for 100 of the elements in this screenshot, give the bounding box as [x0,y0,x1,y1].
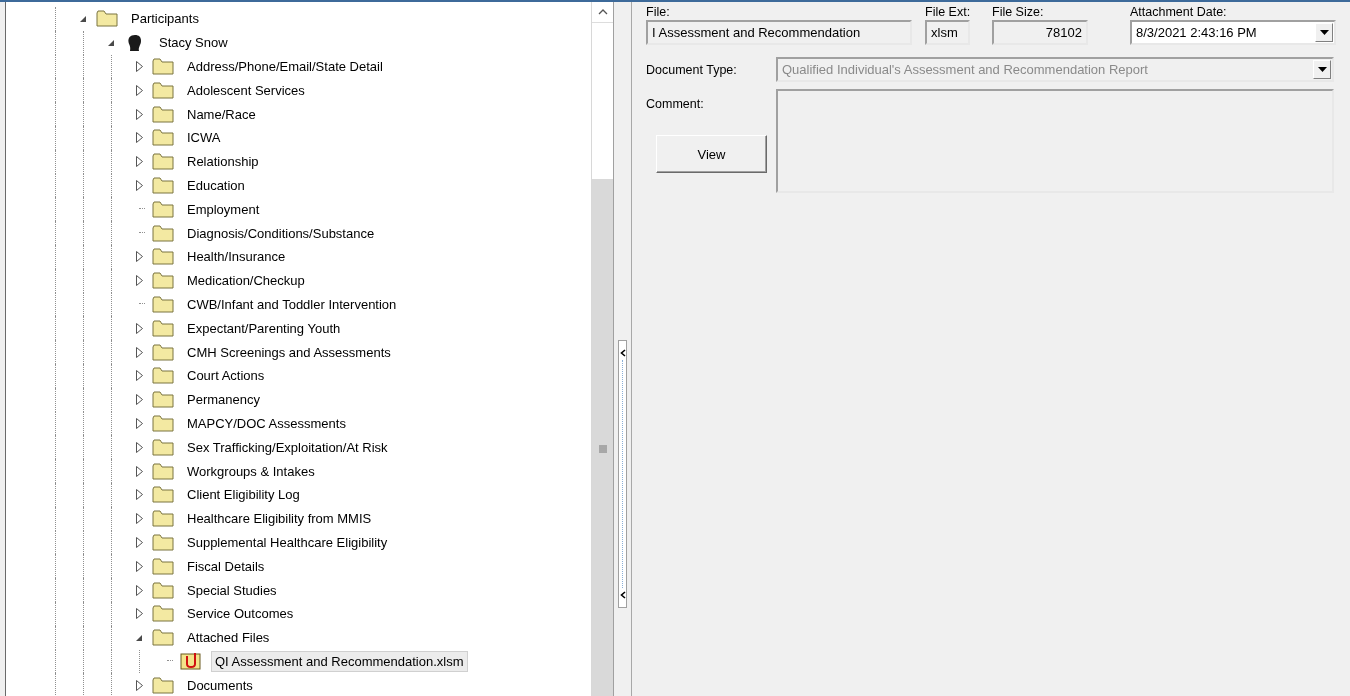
scrollbar-thumb[interactable] [592,179,613,696]
tree-item[interactable]: QI Assessment and Recommendation.xlsm [211,650,468,672]
caret-down-icon [1319,30,1329,35]
folder-icon [152,414,174,432]
dropdown-button[interactable] [1315,23,1333,42]
tree-item[interactable]: MAPCY/DOC Assessments [183,412,350,434]
expand-toggle-icon[interactable] [135,608,143,620]
tree-item[interactable]: Healthcare Eligibility from MMIS [183,508,376,530]
chevron-left-icon [619,591,626,599]
expand-toggle-icon[interactable] [135,275,143,287]
folder-icon [152,581,174,599]
tree-item[interactable]: Stacy Snow [155,32,232,54]
expand-toggle-icon[interactable] [135,132,143,144]
collapse-toggle-icon[interactable] [79,14,87,23]
folder-icon [152,58,174,75]
expand-toggle-icon[interactable] [135,251,143,263]
tree-item[interactable]: Participants [127,8,203,30]
folder-icon [152,81,174,99]
folder-icon [152,629,174,647]
expand-toggle-icon[interactable] [135,61,143,72]
tree-item[interactable]: Client Eligibility Log [183,484,304,506]
field-label: File: [646,5,671,20]
tree-item[interactable]: Special Studies [183,579,281,601]
tree-item[interactable]: Workgroups & Intakes [183,460,319,482]
expand-toggle-icon[interactable] [135,679,143,691]
collapse-toggle-icon[interactable] [135,633,143,642]
expand-toggle-icon[interactable] [135,179,143,191]
file-ext-field[interactable]: xlsm [925,20,970,45]
tree-item[interactable]: Fiscal Details [183,555,269,577]
expand-toggle-icon[interactable] [135,346,143,358]
chevron-left-icon [619,349,626,357]
dropdown-button[interactable] [1313,60,1331,79]
tree-item[interactable]: Permanency [183,389,264,411]
folder-icon [152,557,174,575]
folder-icon [152,391,174,409]
tree-item[interactable]: Relationship [183,151,263,173]
folder-icon [152,319,174,337]
folder-icon [152,367,174,385]
tree-item[interactable]: ICWA [183,127,225,149]
expand-toggle-icon[interactable] [135,84,143,96]
collapse-panel-handle[interactable] [618,340,627,608]
folder-icon [152,272,174,290]
expand-toggle-icon[interactable] [135,441,143,453]
expand-toggle-icon[interactable] [135,536,143,548]
tree-item[interactable]: Diagnosis/Conditions/Substance [183,222,379,244]
folder-icon [152,105,174,123]
file-name-field[interactable]: I Assessment and Recommendation [646,20,912,45]
tree-item[interactable]: Medication/Checkup [183,270,309,292]
expand-toggle-icon[interactable] [135,394,143,406]
expand-toggle-icon[interactable] [135,489,143,501]
field-label: Attachment Date: [1130,5,1228,20]
tree-item[interactable]: Documents [183,674,257,696]
folder-icon [152,676,174,694]
field-label: Comment: [646,97,705,111]
tree-item[interactable]: Sex Trafficking/Exploitation/At Risk [183,436,392,458]
folder-icon [152,295,174,313]
date-dropdown[interactable]: 8/3/2021 2:43:16 PM [1130,20,1336,45]
folder-icon [152,153,174,171]
folder-icon [96,10,118,28]
expand-toggle-icon[interactable] [135,322,143,334]
folder-icon [152,224,174,242]
tree-item[interactable]: Education [183,174,249,196]
tree-item[interactable]: Supplemental Healthcare Eligibility [183,531,392,553]
tree-item[interactable]: Court Actions [183,365,269,387]
expand-toggle-icon[interactable] [135,108,143,120]
tree-item[interactable]: CMH Screenings and Assessments [183,341,395,363]
tree-item[interactable]: Adolescent Services [183,79,309,101]
expand-toggle-icon[interactable] [135,560,143,572]
folder-icon [152,605,174,623]
expand-toggle-icon[interactable] [135,417,143,429]
tree-item[interactable]: Employment [183,198,264,220]
expand-toggle-icon[interactable] [135,584,143,596]
view-button[interactable]: View [656,135,767,173]
tree-item[interactable]: Address/Phone/Email/State Detail [183,56,387,77]
attachment-icon [180,652,202,671]
tree-item[interactable]: Expectant/Parenting Youth [183,317,345,339]
folder-icon [152,533,174,551]
collapse-toggle-icon[interactable] [107,38,115,47]
tree-item[interactable]: CWB/Infant and Toddler Intervention [183,293,401,315]
folder-icon [152,510,174,528]
expand-toggle-icon[interactable] [135,370,143,382]
expand-toggle-icon[interactable] [135,513,143,525]
folder-icon [152,248,174,266]
file-size-field[interactable]: 78102 [992,20,1088,45]
expand-toggle-icon[interactable] [135,156,143,168]
comment-field[interactable] [776,89,1334,193]
folder-icon [152,176,174,194]
folder-icon [152,438,174,456]
tree-item[interactable]: Attached Files [183,627,274,649]
field-label: Document Type: [646,62,738,77]
tree-item[interactable]: Name/Race [183,103,260,125]
folder-icon [152,129,174,147]
field-label: File Ext: [925,5,972,20]
tree-item[interactable]: Health/Insurance [183,246,290,268]
caret-down-icon [1317,67,1327,72]
expand-toggle-icon[interactable] [135,465,143,477]
field-label: File Size: [992,5,1045,20]
folder-icon [152,200,174,218]
folder-icon [152,486,174,504]
tree-item[interactable]: Service Outcomes [183,603,298,625]
